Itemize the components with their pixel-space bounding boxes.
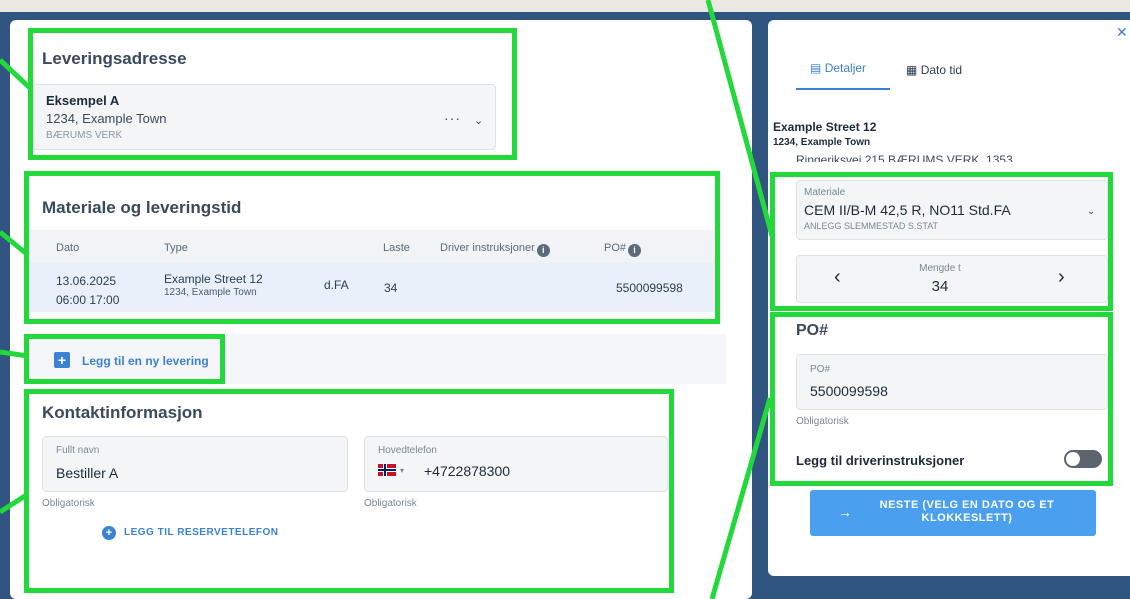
annotation-box-material-qty	[770, 172, 1113, 311]
annotation-box-address	[28, 28, 517, 160]
annotation-box-po	[770, 312, 1113, 486]
annotation-box-material	[24, 171, 720, 324]
annotation-line	[709, 397, 773, 599]
annotation-box-contact	[24, 389, 674, 593]
annotation-line	[0, 58, 32, 90]
annotation-box-add-delivery	[24, 334, 225, 384]
